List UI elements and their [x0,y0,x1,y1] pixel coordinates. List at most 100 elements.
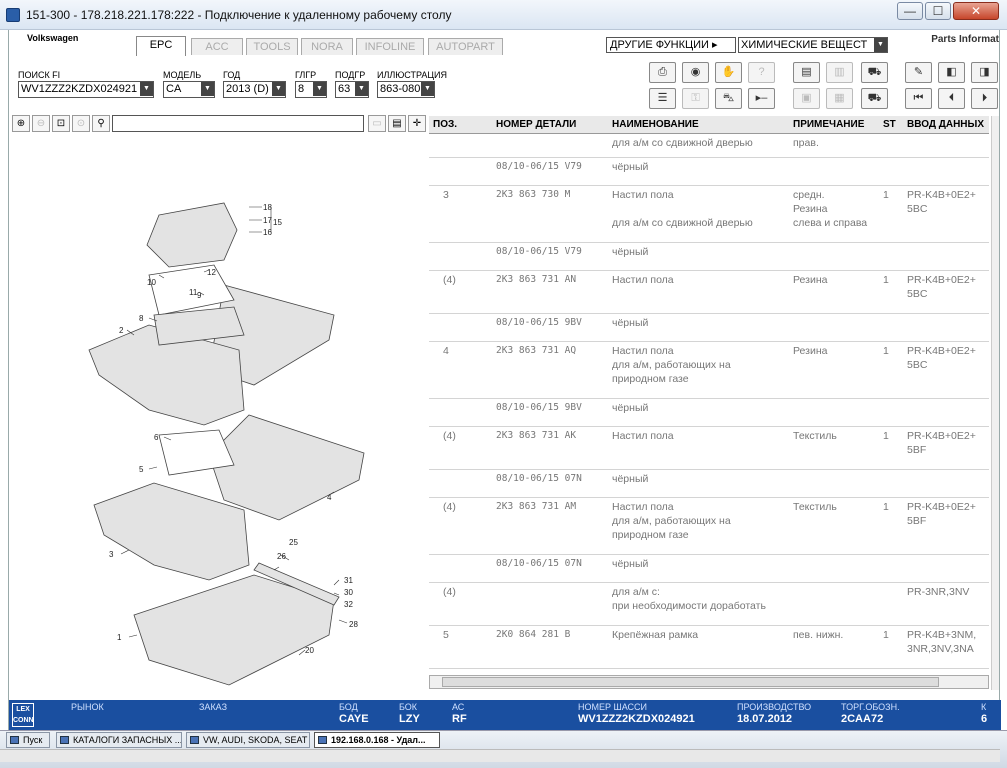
callout-2[interactable]: 2 [119,326,124,335]
tab-epc[interactable]: EPC [136,36,186,56]
table-row[interactable]: 5 2K0 864 281 B Крепёжная рамка пев. нижн. 1… [429,626,989,669]
col-name[interactable]: НАИМЕНОВАНИЕ [612,119,699,130]
callout-5[interactable]: 5 [139,465,144,474]
col-pos[interactable]: ПОЗ. [433,119,457,130]
callout-1[interactable]: 1 [117,633,122,642]
magnifier-icon[interactable]: ⚲ [92,115,110,132]
table-row[interactable]: 3 2K3 863 730 M Настил пола для а/м со сдви… [429,186,989,243]
list-button[interactable]: ☰ [649,88,676,109]
callout-6[interactable]: 6 [154,433,159,442]
taskbar-item-catalogs[interactable]: КАТАЛОГИ ЗАПАСНЫХ ... [56,732,182,748]
chevron-down-icon[interactable]: ▼ [140,82,153,96]
cart-button[interactable]: ⛟ [861,88,888,109]
callout-4[interactable]: 4 [327,493,332,502]
zoom-out-icon[interactable]: ⊖ [32,115,50,132]
callout-26[interactable]: 26 [277,552,286,561]
chevron-down-icon[interactable]: ▼ [313,82,326,96]
callout-10[interactable]: 10 [147,278,156,287]
elsa-button[interactable]: ▤ [793,62,820,83]
illustration-search-input[interactable] [112,115,364,132]
callout-28[interactable]: 28 [349,620,358,629]
bottom-horizontal-scrollbar[interactable] [0,749,1000,762]
callout-30[interactable]: 30 [344,588,353,597]
key-button[interactable]: ⚿ [682,88,709,109]
chevron-down-icon[interactable]: ▼ [201,82,214,96]
print-button[interactable]: ⎙ [649,62,676,83]
callout-20[interactable]: 20 [305,646,314,655]
callout-16[interactable]: 16 [263,228,272,237]
chevron-down-icon[interactable]: ▼ [421,82,434,96]
tab-acc[interactable]: ACC [191,38,243,55]
callout-32[interactable]: 32 [344,600,353,609]
tab-tools[interactable]: TOOLS [246,38,298,55]
first-page-button[interactable]: ⏮ [905,88,932,109]
scanner-button[interactable]: ◉ [682,62,709,83]
table-row[interactable]: 08/10-06/15 V79 чёрный [429,158,989,186]
tab-nora[interactable]: NORA [301,38,353,55]
callout-25[interactable]: 25 [289,538,298,547]
chevron-down-icon[interactable]: ▼ [272,82,285,96]
zoom-reset-icon[interactable]: ⊙ [72,115,90,132]
callout-9[interactable]: 9 [197,291,202,300]
parts-illustration[interactable]: 18 17 16 15 12 11 10 9 8 2 6 5 4 3 25 26… [9,135,427,700]
table-row[interactable]: для а/м со сдвижной дверью прав. [429,134,989,158]
scroll-thumb[interactable] [442,677,939,687]
col-input[interactable]: ВВОД ДАННЫХ [907,119,984,130]
image-button[interactable]: ▣ [793,88,820,109]
tab-infoline[interactable]: INFOLINE [356,38,424,55]
zoom-in-icon[interactable]: ⊕ [12,115,30,132]
car-button[interactable]: ⛍ [715,88,742,109]
pin-button[interactable]: ✎ [905,62,932,83]
model-select[interactable]: CA ▼ [163,81,215,98]
layout-icon[interactable]: ▤ [388,115,406,132]
col-st[interactable]: ST [883,119,896,130]
next-page-button[interactable]: ⏵ [971,88,998,109]
image-print-button[interactable]: ▦ [826,88,853,109]
other-functions-button[interactable]: ДРУГИЕ ФУНКЦИИ ▸ [606,37,736,53]
fit-icon[interactable]: ✛ [408,115,426,132]
col-note[interactable]: ПРИМЕЧАНИЕ [793,119,864,130]
callout-17[interactable]: 17 [263,216,272,225]
year-select[interactable]: 2013 (D) ▼ [223,81,286,98]
chevron-down-icon[interactable]: ▼ [355,82,368,96]
table-row[interactable]: (4) 2K3 863 731 AM Настил пола для а/м, раб… [429,498,989,555]
zoom-area-icon[interactable]: ⊡ [52,115,70,132]
step-button[interactable]: ▸– [748,88,775,109]
callout-31[interactable]: 31 [344,576,353,585]
close-button[interactable]: ✕ [953,2,999,20]
table-row[interactable]: 08/10-06/15 9BV чёрный [429,399,989,427]
table-row[interactable]: 08/10-06/15 07N чёрный [429,470,989,498]
handshake-button[interactable]: ✋ [715,62,742,83]
vertical-scrollbar[interactable] [991,116,999,690]
illustration-select[interactable]: 863-080 ▼ [377,81,435,98]
list-forward-button[interactable]: ◨ [971,62,998,83]
prev-page-button[interactable]: ⏴ [938,88,965,109]
callout-15[interactable]: 15 [273,218,282,227]
taskbar-item-vw[interactable]: VW, AUDI, SKODA, SEAT [186,732,310,748]
start-button[interactable]: Пуск [6,732,50,748]
taskbar-item-remote[interactable]: 192.168.0.168 - Удал... [314,732,440,748]
tab-autopart[interactable]: AUTOPART [428,38,503,55]
search-text-button[interactable]: ? [748,62,775,83]
col-part-number[interactable]: НОМЕР ДЕТАЛИ [496,119,576,130]
table-row[interactable]: 4 2K3 863 731 AQ Настил пола для а/м, работ… [429,342,989,399]
callout-8[interactable]: 8 [139,314,144,323]
list-back-button[interactable]: ◧ [938,62,965,83]
table-row[interactable]: (4) 2K3 863 731 AN Настил пола Резина 1 PR-K4… [429,271,989,314]
sub-group-select[interactable]: 63 ▼ [335,81,369,98]
chevron-down-icon[interactable]: ▼ [874,38,887,52]
callout-12[interactable]: 12 [207,268,216,277]
maximize-button[interactable]: ☐ [925,2,951,20]
table-row[interactable]: 08/10-06/15 V79 чёрный [429,243,989,271]
minimize-button[interactable]: — [897,2,923,20]
import-button[interactable]: ▥ [826,62,853,83]
table-row[interactable]: 08/10-06/15 9BV чёрный [429,314,989,342]
link-icon[interactable]: ▭ [368,115,386,132]
table-row[interactable]: (4) для а/м с: при необходимости доработа… [429,583,989,626]
callout-3[interactable]: 3 [109,550,114,559]
table-row[interactable]: 08/10-06/15 07N чёрный [429,555,989,583]
main-group-select[interactable]: 8 ▼ [295,81,327,98]
callout-18[interactable]: 18 [263,203,272,212]
table-row[interactable]: (4) 2K3 863 731 AK Настил пола Текстиль 1 PR-… [429,427,989,470]
search-vin-field[interactable]: WV1ZZZ2KZDX024921 ▼ [18,81,154,98]
